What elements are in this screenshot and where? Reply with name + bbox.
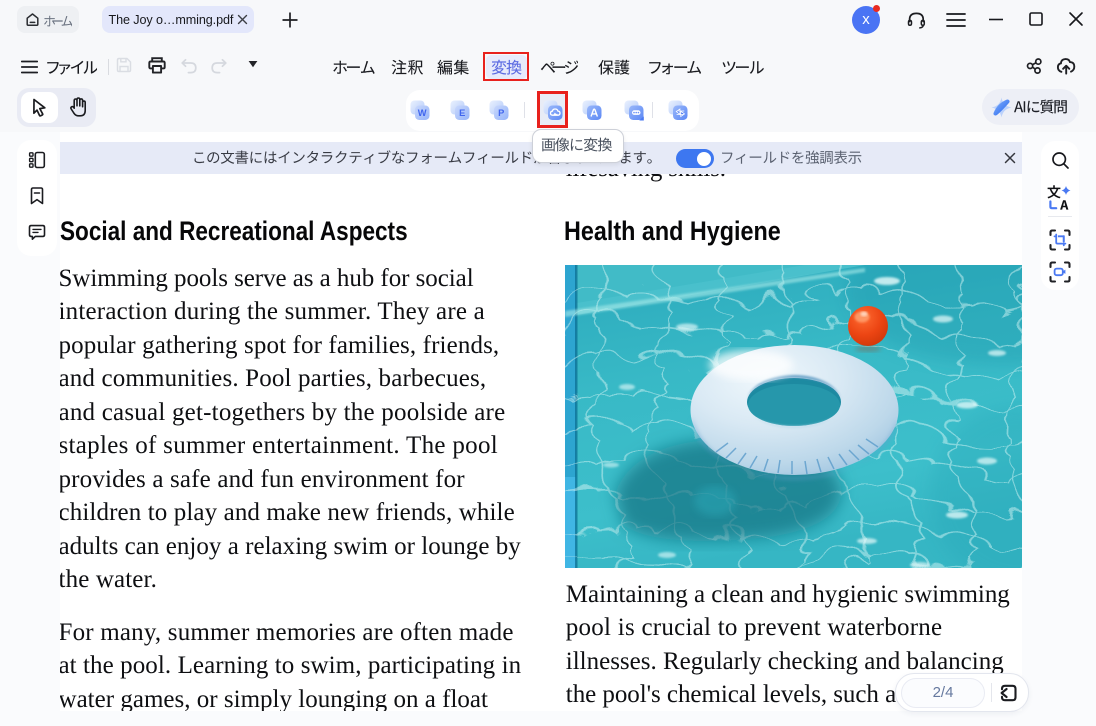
svg-text:P: P [498, 108, 504, 118]
svg-text:E: E [459, 108, 465, 118]
svg-text:W: W [418, 108, 427, 118]
